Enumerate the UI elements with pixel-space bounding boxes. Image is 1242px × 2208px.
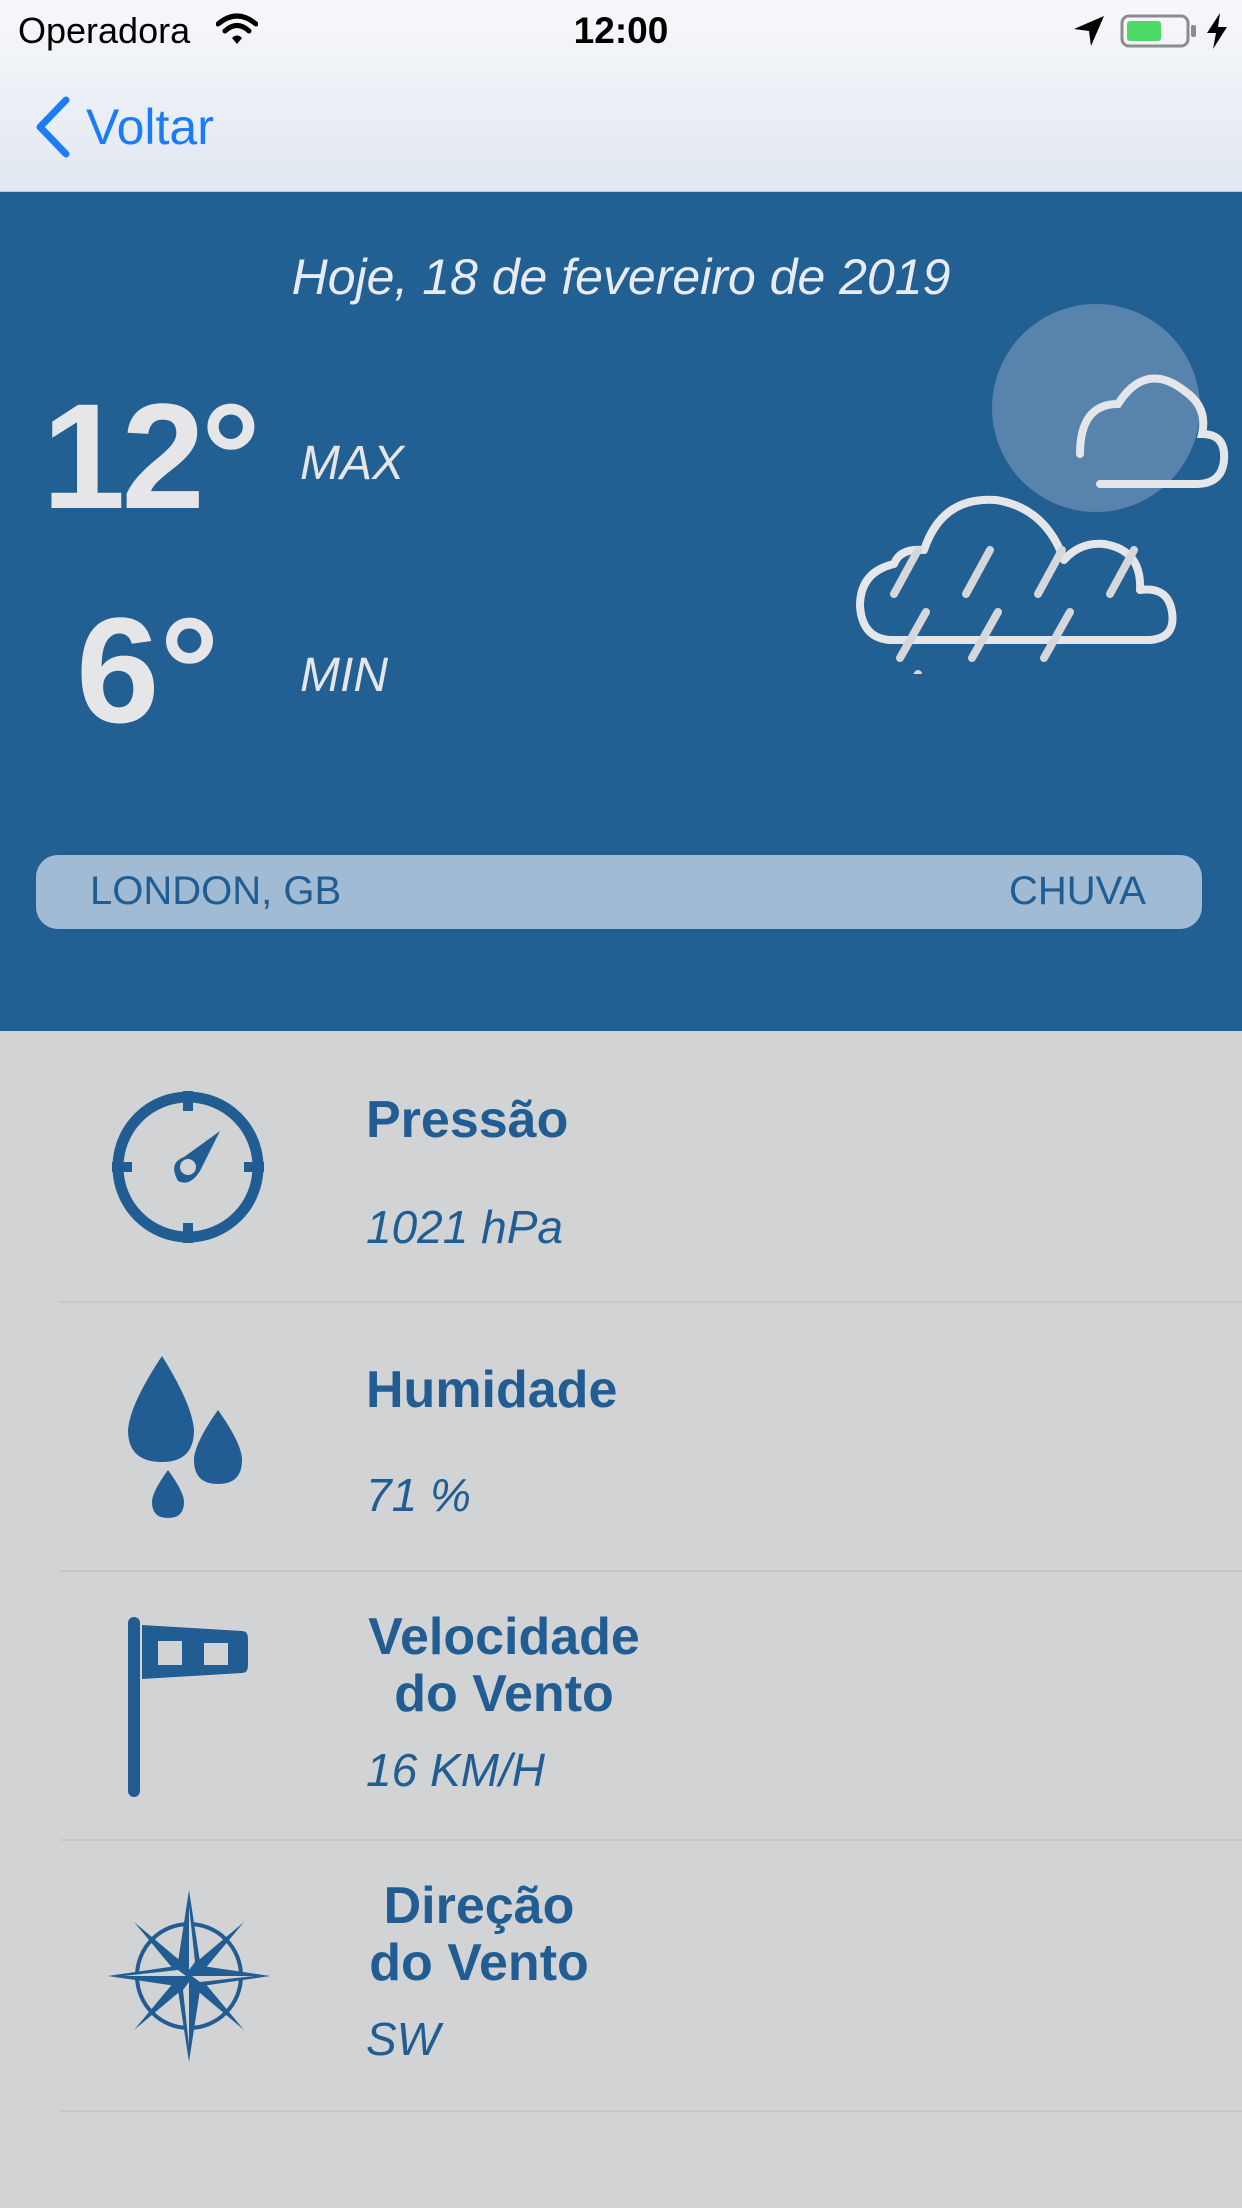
status-time: 12:00 <box>573 10 669 51</box>
wind-direction-title: Direção do Vento <box>366 1878 592 1992</box>
location-label: LONDON, GB <box>90 869 342 913</box>
condition-label: CHUVA <box>1008 869 1146 913</box>
wind-speed-title-line1: Velocidade <box>368 1608 640 1666</box>
wind-speed-title: Velocidade do Vento <box>354 1609 654 1723</box>
battery-icon <box>1120 14 1196 48</box>
wind-direction-title-line2: do Vento <box>369 1934 589 1992</box>
gauge-icon <box>112 1091 264 1243</box>
wind-speed-value: 16 KM/H <box>366 1744 545 1796</box>
humidity-row: Humidade 71 % <box>60 1302 1242 1572</box>
status-bar: Operadora 12:00 <box>0 0 1242 62</box>
pressure-row: Pressão 1021 hPa <box>60 1032 1242 1303</box>
humidity-value: 71 % <box>366 1469 471 1521</box>
weather-summary-panel: Hoje, 18 de fevereiro de 2019 12° MAX 6°… <box>0 192 1242 1031</box>
wind-direction-title-line1: Direção <box>383 1877 575 1935</box>
back-label: Voltar <box>86 99 214 155</box>
top-bar: Operadora 12:00 Voltar <box>0 0 1242 192</box>
charging-bolt-icon <box>1207 13 1227 49</box>
wind-speed-title-line2: do Vento <box>394 1665 614 1723</box>
location-arrow-icon <box>1074 16 1104 46</box>
droplets-icon <box>128 1356 242 1518</box>
wind-direction-value: SW <box>366 2013 441 2065</box>
min-temperature: 6° <box>76 586 220 754</box>
wind-speed-row: Velocidade do Vento 16 KM/H <box>60 1571 1242 1841</box>
date-label: Hoje, 18 de fevereiro de 2019 <box>291 249 951 305</box>
pressure-title: Pressão <box>366 1091 569 1149</box>
max-label: MAX <box>300 437 405 490</box>
windsock-icon <box>128 1617 248 1797</box>
min-label: MIN <box>300 649 388 702</box>
compass-rose-icon <box>108 1890 270 2062</box>
rain-drops-icon <box>890 546 1138 662</box>
location-condition-bar: LONDON, GB CHUVA <box>36 855 1202 929</box>
chevron-left-icon <box>36 96 70 158</box>
back-button[interactable]: Voltar <box>34 92 214 162</box>
humidity-title: Humidade <box>366 1361 618 1419</box>
max-temperature: 12° <box>42 372 261 540</box>
pressure-value: 1021 hPa <box>366 1201 563 1253</box>
wind-direction-row: Direção do Vento SW <box>60 1840 1242 2112</box>
